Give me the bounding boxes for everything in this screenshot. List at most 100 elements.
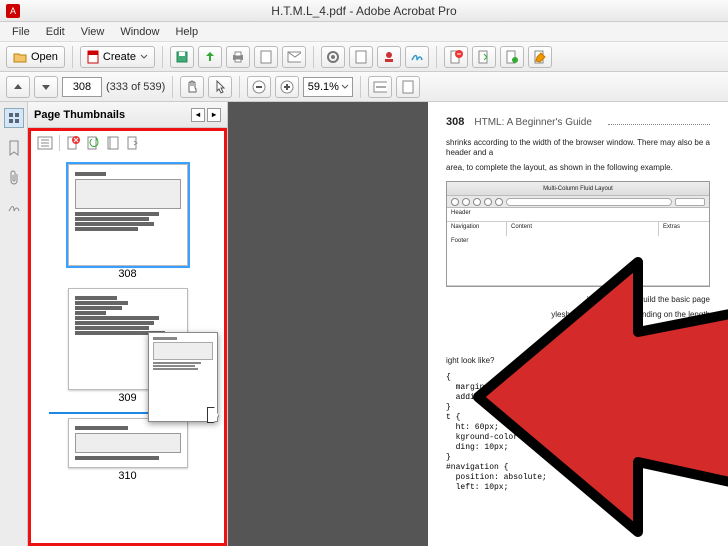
zoom-value: 59.1% xyxy=(308,81,339,93)
page-up-button[interactable] xyxy=(6,76,30,98)
rotate-thumb-icon[interactable] xyxy=(86,136,100,150)
thumbnails-next-button[interactable]: ▸ xyxy=(207,108,221,122)
extract-button[interactable] xyxy=(472,46,496,68)
page-number: 308 xyxy=(446,116,464,128)
thumbnails-toolbar xyxy=(28,128,227,154)
create-button[interactable]: Create xyxy=(80,46,155,68)
sign-button[interactable] xyxy=(405,46,429,68)
body-text: ight look like? xyxy=(446,356,710,366)
menu-file[interactable]: File xyxy=(4,24,38,40)
figure-footer-cell: Footer xyxy=(447,236,709,286)
paperclip-icon xyxy=(8,170,20,186)
upload-icon xyxy=(203,50,217,64)
chevron-down-icon xyxy=(140,54,148,60)
edit-icon xyxy=(533,50,547,64)
delete-page-icon xyxy=(449,50,463,64)
options-icon[interactable] xyxy=(37,136,53,150)
arrow-up-icon xyxy=(13,82,23,92)
zoom-level[interactable]: 59.1% xyxy=(303,77,353,97)
thumbnails-tab[interactable] xyxy=(4,108,24,128)
gear-icon xyxy=(326,50,340,64)
thumbnail-label: 308 xyxy=(39,268,216,280)
thumbnail-page-308[interactable] xyxy=(68,164,188,266)
create-pdf-icon xyxy=(87,50,99,64)
edit-button[interactable] xyxy=(528,46,552,68)
open-button[interactable]: Open xyxy=(6,46,65,68)
separator xyxy=(59,135,60,151)
attachments-tab[interactable] xyxy=(4,168,24,188)
replace-button[interactable] xyxy=(500,46,524,68)
separator xyxy=(162,46,163,68)
document-button[interactable] xyxy=(349,46,373,68)
folder-open-icon xyxy=(13,51,27,63)
menu-window[interactable]: Window xyxy=(112,24,167,40)
thumbnails-panel: Page Thumbnails ◂ ▸ 308 309 xyxy=(28,102,228,546)
menu-view[interactable]: View xyxy=(73,24,113,40)
mail-icon xyxy=(287,51,301,63)
save-button[interactable] xyxy=(170,46,194,68)
create-pdf-button[interactable] xyxy=(254,46,278,68)
insert-thumb-icon[interactable] xyxy=(106,136,120,150)
embedded-browser-figure: Multi-Column Fluid Layout Header Navigat… xyxy=(446,181,710,287)
print-button[interactable] xyxy=(226,46,250,68)
signatures-tab[interactable] xyxy=(4,198,24,218)
window-title: H.T.M.L_4.pdf - Adobe Acrobat Pro xyxy=(271,4,456,18)
document-view[interactable]: 308 HTML: A Beginner's Guide shrinks acc… xyxy=(228,102,728,546)
extract-thumb-icon[interactable] xyxy=(126,136,140,150)
arrow-down-icon xyxy=(41,82,51,92)
separator xyxy=(436,46,437,68)
thumbnails-prev-button[interactable]: ◂ xyxy=(191,108,205,122)
stamp-button[interactable] xyxy=(377,46,401,68)
hand-icon xyxy=(186,80,198,94)
sign-icon xyxy=(410,50,424,64)
delete-thumb-icon[interactable] xyxy=(66,136,80,150)
pdf-icon xyxy=(260,50,272,64)
pdf-page: 308 HTML: A Beginner's Guide shrinks acc… xyxy=(428,102,728,546)
thumbnail-label: 310 xyxy=(39,470,216,482)
menu-edit[interactable]: Edit xyxy=(38,24,73,40)
chevron-down-icon xyxy=(341,84,349,90)
stamp-icon xyxy=(382,50,396,64)
separator xyxy=(72,46,73,68)
page-count: (333 of 539) xyxy=(106,81,165,93)
zoom-in-button[interactable] xyxy=(275,76,299,98)
figure-nav-cell: Navigation xyxy=(447,222,507,236)
body-text: int to help you build the basic page xyxy=(446,295,710,305)
fit-width-button[interactable] xyxy=(368,76,392,98)
separator xyxy=(239,76,240,98)
signature-icon xyxy=(7,201,21,215)
hand-tool[interactable] xyxy=(180,76,204,98)
svg-text:A: A xyxy=(10,6,16,16)
share-button[interactable] xyxy=(198,46,222,68)
page-heading: HTML: A Beginner's Guide xyxy=(474,117,592,128)
code-block: { margin: 10px 10px 0px 10px; adding: 0p… xyxy=(446,373,710,493)
replace-icon xyxy=(505,50,519,64)
toolbar-nav: (333 of 539) 59.1% xyxy=(0,72,728,102)
select-tool[interactable] xyxy=(208,76,232,98)
separator xyxy=(360,76,361,98)
body-text: shrinks according to the width of the br… xyxy=(446,138,710,159)
page-number-input[interactable] xyxy=(62,77,102,97)
separator xyxy=(313,46,314,68)
thumbnails-title: Page Thumbnails xyxy=(34,109,125,121)
figure-title: Multi-Column Fluid Layout xyxy=(543,186,613,192)
body-text: area, to complete the layout, as shown i… xyxy=(446,163,710,173)
zoom-out-button[interactable] xyxy=(247,76,271,98)
page-icon xyxy=(355,50,367,64)
thumbnails-header: Page Thumbnails ◂ ▸ xyxy=(28,102,227,128)
thumbnail-page-310[interactable] xyxy=(68,418,188,468)
print-icon xyxy=(231,50,245,64)
page-down-button[interactable] xyxy=(34,76,58,98)
figure-header-cell: Header xyxy=(447,208,709,222)
open-label: Open xyxy=(31,51,58,63)
email-button[interactable] xyxy=(282,46,306,68)
fit-page-button[interactable] xyxy=(396,76,420,98)
window-titlebar: A H.T.M.L_4.pdf - Adobe Acrobat Pro xyxy=(0,0,728,22)
dragging-thumbnail-ghost xyxy=(148,332,218,422)
menu-help[interactable]: Help xyxy=(167,24,206,40)
settings-button[interactable] xyxy=(321,46,345,68)
figure-content-cell: Content xyxy=(507,222,659,236)
fit-width-icon xyxy=(373,81,387,93)
bookmarks-tab[interactable] xyxy=(4,138,24,158)
delete-page-button[interactable] xyxy=(444,46,468,68)
